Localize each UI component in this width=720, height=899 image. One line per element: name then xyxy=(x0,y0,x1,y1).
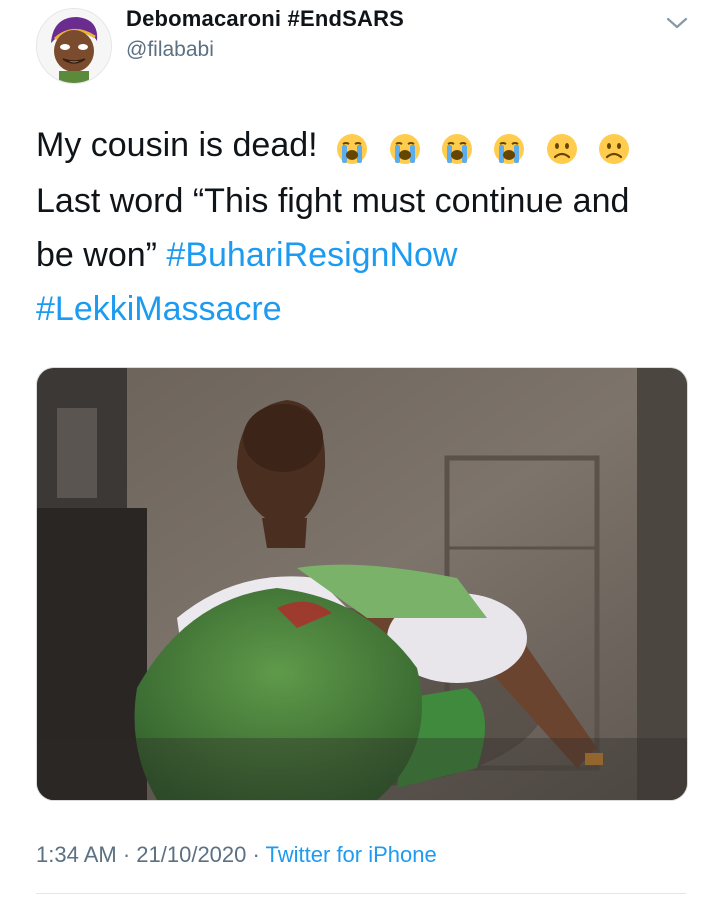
cartoon-avatar-icon xyxy=(37,9,111,83)
tweet-line-3: be won” #BuhariResignNow xyxy=(36,228,696,282)
photo-image xyxy=(37,368,687,800)
hashtag-lekkimassacre[interactable]: #LekkiMassacre xyxy=(36,290,282,328)
meta-separator-2: · xyxy=(246,842,266,867)
tweet-date[interactable]: 21/10/2020 xyxy=(136,842,246,867)
emoji-row xyxy=(335,120,640,174)
divider xyxy=(36,893,686,894)
tweet-line-4: #LekkiMassacre xyxy=(36,282,696,336)
loudly-crying-face-icon xyxy=(337,134,368,165)
author-avatar[interactable] xyxy=(36,8,112,84)
meta-separator-1: · xyxy=(116,842,137,867)
tweet-line-1-text: My cousin is dead! xyxy=(36,126,318,164)
tweet-text: My cousin is dead! Last word “This fight… xyxy=(36,118,696,336)
frowning-face-icon xyxy=(599,134,630,165)
hashtag-buhariresignnow[interactable]: #BuhariResignNow xyxy=(166,236,457,274)
loudly-crying-face-icon xyxy=(389,134,420,165)
frowning-face-icon xyxy=(546,134,577,165)
tweet-line-1: My cousin is dead! xyxy=(36,118,696,174)
tweet-meta: 1:34 AM · 21/10/2020 · Twitter for iPhon… xyxy=(36,842,437,868)
tweet-line-3-text: be won” xyxy=(36,236,157,275)
loudly-crying-face-icon xyxy=(494,134,525,165)
tweet-time[interactable]: 1:34 AM xyxy=(36,842,117,867)
tweet-media-photo[interactable] xyxy=(36,367,688,801)
author-display-name[interactable]: Debomacaroni #EndSARS xyxy=(126,6,404,32)
author-handle[interactable]: @filababi xyxy=(126,38,214,62)
tweet-line-2: Last word “This fight must continue and xyxy=(36,182,630,221)
chevron-down-icon[interactable] xyxy=(664,12,690,34)
loudly-crying-face-icon xyxy=(441,134,472,165)
tweet-source-link[interactable]: Twitter for iPhone xyxy=(266,842,437,867)
